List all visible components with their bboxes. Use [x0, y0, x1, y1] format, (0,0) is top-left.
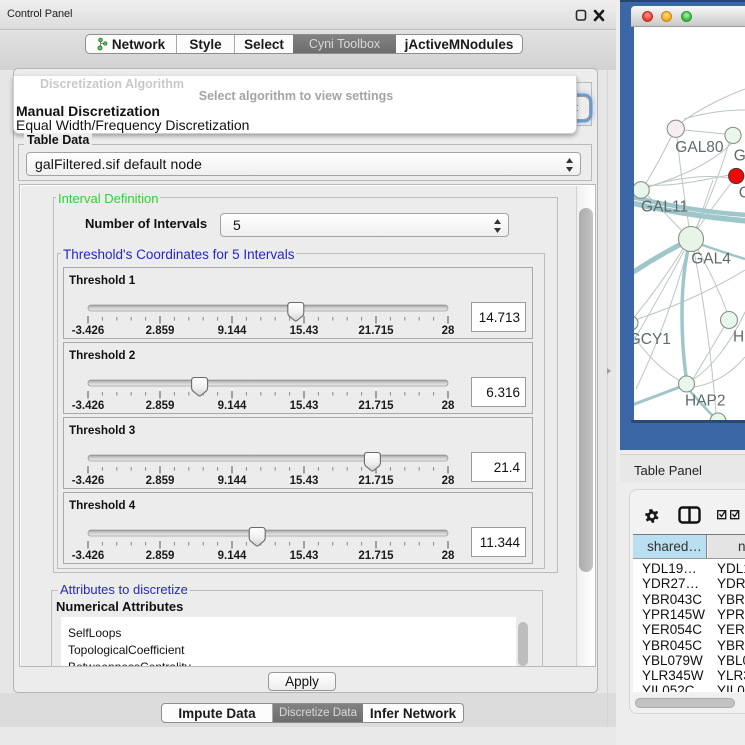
- svg-text:15.43: 15.43: [290, 475, 319, 487]
- svg-text:-3.426: -3.426: [72, 400, 105, 412]
- svg-text:9.144: 9.144: [218, 400, 247, 412]
- svg-text:2.859: 2.859: [146, 400, 175, 412]
- svg-text:15.43: 15.43: [290, 400, 319, 412]
- svg-text:9.144: 9.144: [218, 550, 247, 562]
- svg-text:H: H: [733, 329, 744, 346]
- svg-text:15.43: 15.43: [290, 325, 319, 337]
- svg-text:28: 28: [442, 475, 455, 487]
- svg-text:GAL11: GAL11: [641, 199, 688, 216]
- svg-text:21.715: 21.715: [358, 550, 394, 562]
- svg-text:GAL80: GAL80: [675, 139, 724, 156]
- svg-text:2.859: 2.859: [146, 475, 175, 487]
- svg-text:GA: GA: [734, 148, 745, 165]
- svg-text:9.144: 9.144: [218, 325, 247, 337]
- svg-text:GAL4: GAL4: [691, 251, 731, 268]
- svg-text:15.43: 15.43: [290, 550, 319, 562]
- svg-text:9.144: 9.144: [218, 475, 247, 487]
- svg-text:-3.426: -3.426: [72, 475, 105, 487]
- svg-text:-3.426: -3.426: [72, 325, 105, 337]
- svg-text:21.715: 21.715: [358, 475, 394, 487]
- svg-text:21.715: 21.715: [358, 325, 394, 337]
- svg-text:21.715: 21.715: [358, 400, 394, 412]
- svg-text:CY: CY: [739, 185, 745, 202]
- svg-text:HAP2: HAP2: [685, 393, 726, 410]
- svg-text:-3.426: -3.426: [72, 550, 105, 562]
- svg-text:28: 28: [442, 400, 455, 412]
- svg-text:2.859: 2.859: [146, 325, 175, 337]
- svg-text:GCY1: GCY1: [634, 331, 671, 348]
- svg-text:2.859: 2.859: [146, 550, 175, 562]
- svg-text:28: 28: [442, 325, 455, 337]
- svg-text:28: 28: [442, 550, 455, 562]
